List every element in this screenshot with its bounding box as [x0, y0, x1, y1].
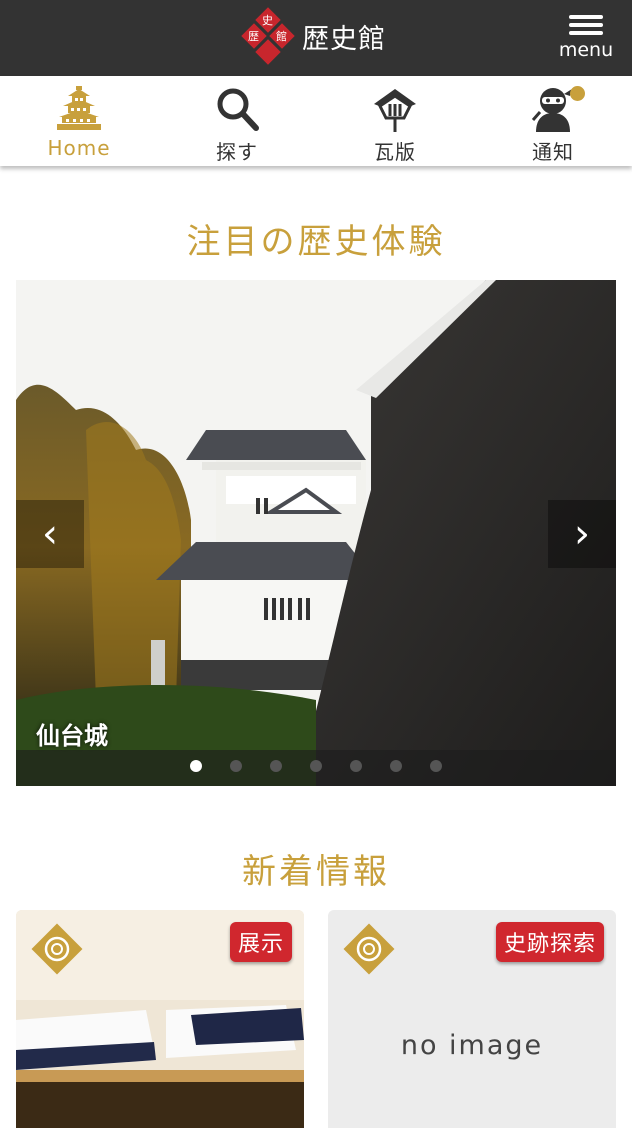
logo-char-2: 歴: [248, 30, 259, 43]
menu-button[interactable]: menu: [556, 12, 616, 68]
site-title: 歴史館: [302, 23, 386, 55]
hamburger-icon: [569, 15, 603, 19]
site-logo[interactable]: 史 歴 館 歴史館: [240, 7, 386, 65]
tab-home-label: Home: [47, 136, 111, 160]
tab-kawaraban[interactable]: 瓦版: [316, 76, 474, 166]
family-crest-icon: [31, 923, 83, 975]
search-icon: [217, 88, 259, 131]
tab-kawaraban-label: 瓦版: [374, 140, 416, 164]
family-crest-icon: [343, 923, 395, 975]
kawaraban-icon: [374, 89, 416, 132]
carousel-dot[interactable]: [230, 760, 242, 772]
tab-search-label: 探す: [216, 140, 258, 164]
tab-search[interactable]: 探す: [158, 76, 316, 166]
tab-notifications[interactable]: 通知: [474, 76, 632, 166]
slide-photo: [16, 280, 616, 786]
notification-dot: [570, 86, 585, 101]
news-card[interactable]: 史跡探索 no image: [328, 910, 616, 1128]
tab-bar: Home 探す 瓦版 通知: [0, 76, 632, 166]
carousel-dot[interactable]: [310, 760, 322, 772]
app-header: 史 歴 館 歴史館 menu: [0, 0, 632, 76]
hamburger-bar: [569, 31, 603, 35]
featured-carousel[interactable]: ‹ › 仙台城: [16, 280, 616, 786]
hamburger-bar: [569, 23, 603, 27]
logo-mark-icon: 史 歴 館: [240, 7, 296, 65]
carousel-dot[interactable]: [190, 760, 202, 772]
carousel-dot[interactable]: [350, 760, 362, 772]
logo-char-3: 館: [276, 30, 287, 43]
chevron-left-icon: ‹: [42, 511, 58, 557]
category-badge: 史跡探索: [495, 922, 604, 962]
carousel-prev-button[interactable]: ‹: [16, 500, 84, 568]
category-badge: 展示: [229, 922, 292, 962]
tab-notifications-label: 通知: [532, 140, 574, 164]
featured-heading: 注目の歴史体験: [186, 222, 446, 262]
news-card[interactable]: 展示: [16, 910, 304, 1128]
menu-label: menu: [558, 39, 614, 61]
carousel-dot[interactable]: [430, 760, 442, 772]
carousel-next-button[interactable]: ›: [548, 500, 616, 568]
tab-home[interactable]: Home: [0, 76, 158, 166]
chevron-right-icon: ›: [574, 511, 590, 557]
carousel-pagination: [16, 760, 616, 772]
castle-icon: [57, 86, 101, 130]
slide-caption: 仙台城: [36, 722, 108, 750]
carousel-dot[interactable]: [270, 760, 282, 772]
no-image-placeholder: no image: [400, 1030, 544, 1061]
news-heading: 新着情報: [242, 852, 390, 892]
logo-char-1: 史: [262, 14, 273, 27]
carousel-dot[interactable]: [390, 760, 402, 772]
